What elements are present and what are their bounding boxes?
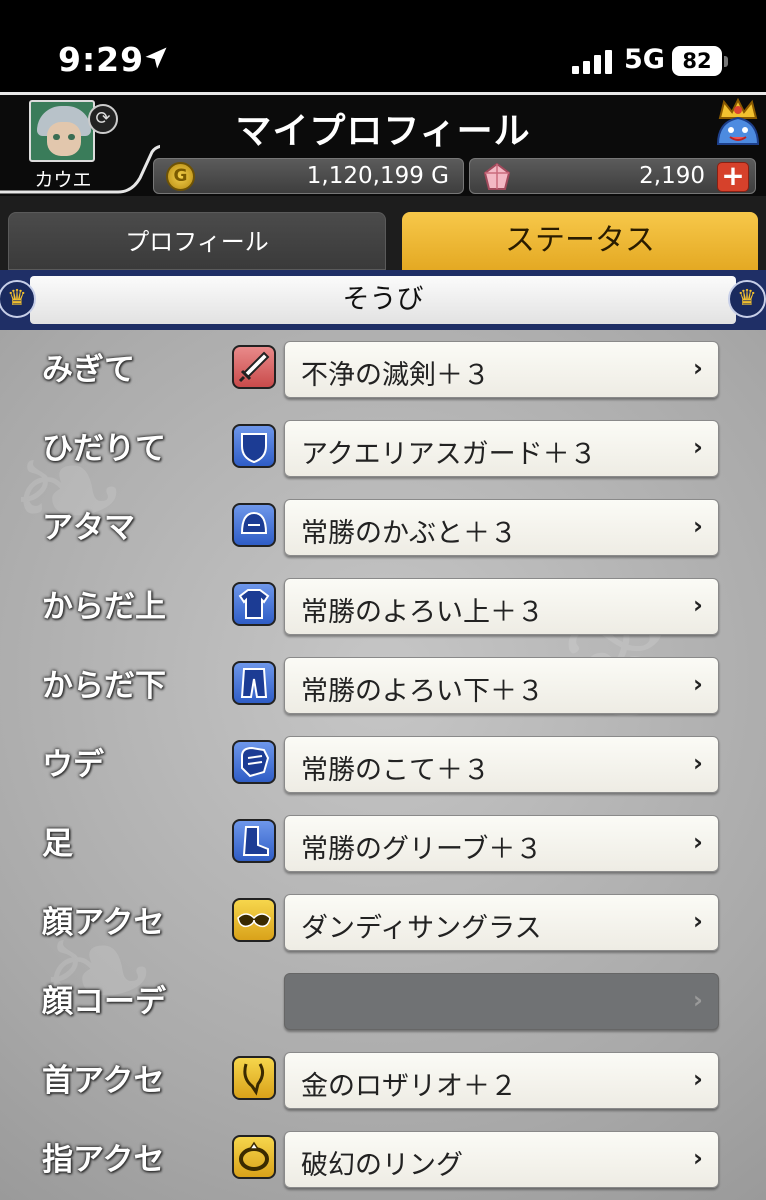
item-name: 不浄の滅剣＋３	[301, 360, 490, 391]
slot-label: ひだりて	[42, 431, 166, 467]
necklace-icon	[232, 1056, 276, 1100]
avatar[interactable]	[29, 100, 95, 162]
section-header: そうび ♛ ♛	[0, 270, 766, 330]
battery-tip	[724, 56, 728, 67]
chevron-right-icon: ›	[693, 591, 703, 619]
equip-row-left-hand[interactable]: ひだりて アクエリアスガード＋３ ›	[0, 409, 766, 488]
helmet-icon	[232, 503, 276, 547]
item-name: 常勝のかぶと＋３	[301, 518, 517, 549]
add-gems-button[interactable]: +	[717, 162, 749, 192]
slot-label: からだ上	[42, 589, 166, 625]
shield-icon	[232, 424, 276, 468]
chevron-right-icon: ›	[693, 433, 703, 461]
chevron-right-icon: ›	[693, 1144, 703, 1172]
equip-item-button[interactable]: 常勝のグリーブ＋３ ›	[284, 815, 719, 872]
equip-row-finger-accessory[interactable]: 指アクセ 破幻のリング ›	[0, 1120, 766, 1199]
section-title: そうび	[342, 284, 424, 315]
boots-icon	[232, 819, 276, 863]
equipment-list[interactable]: ❧ ❦ ❧ みぎて 不浄の滅剣＋３ › ひだりて アクエリアスガード＋３ › ア…	[0, 330, 766, 1200]
gem-value: 2,190	[639, 163, 705, 189]
item-name: 常勝のこて＋３	[301, 755, 490, 786]
equip-item-button[interactable]: 常勝のよろい上＋３ ›	[284, 578, 719, 635]
equip-item-button[interactable]: 常勝のかぶと＋３ ›	[284, 499, 719, 556]
item-name: 常勝のグリーブ＋３	[301, 834, 543, 865]
swap-character-icon[interactable]: ⟳	[88, 104, 118, 134]
equip-row-arms[interactable]: ウデ 常勝のこて＋３ ›	[0, 725, 766, 804]
crown-slime-icon[interactable]	[714, 98, 762, 148]
slot-label: みぎて	[42, 352, 135, 388]
page-title: マイプロフィール	[235, 111, 531, 152]
character-name: カウエ	[34, 169, 92, 191]
gauntlet-icon	[232, 740, 276, 784]
location-arrow-icon	[145, 47, 167, 69]
equip-row-face-accessory[interactable]: 顔アクセ ダンディサングラス ›	[0, 883, 766, 962]
slot-label: 足	[42, 826, 73, 862]
slot-label: 顔アクセ	[42, 905, 165, 941]
gold-coin-icon: G	[166, 162, 195, 191]
item-name: 常勝のよろい下＋３	[301, 676, 544, 707]
slot-label: からだ下	[42, 668, 166, 704]
chevron-right-icon: ›	[693, 512, 703, 540]
gem-counter: 2,190 +	[469, 158, 756, 194]
equip-item-button[interactable]: 常勝のこて＋３ ›	[284, 736, 719, 793]
chevron-right-icon: ›	[693, 354, 703, 382]
equip-row-feet[interactable]: 足 常勝のグリーブ＋３ ›	[0, 804, 766, 883]
item-name: ダンディサングラス	[301, 913, 542, 944]
slot-label: 首アクセ	[42, 1063, 165, 1099]
item-name: 常勝のよろい上＋３	[301, 597, 544, 628]
equip-item-button[interactable]: ダンディサングラス ›	[284, 894, 719, 951]
equip-item-button-empty[interactable]: ›	[284, 973, 719, 1030]
gold-value: 1,120,199 G	[306, 163, 449, 189]
armor-bottom-icon	[232, 661, 276, 705]
sword-icon	[232, 345, 276, 389]
slot-label: ウデ	[42, 747, 104, 783]
item-name: 金のロザリオ＋２	[301, 1071, 517, 1102]
chevron-right-icon: ›	[693, 670, 703, 698]
signal-icon	[572, 50, 612, 74]
chevron-right-icon: ›	[693, 986, 703, 1014]
slot-label: 指アクセ	[42, 1142, 165, 1178]
equip-row-face-coordinate[interactable]: 顔コーデ ›	[0, 962, 766, 1041]
tab-bar: プロフィール ステータス	[0, 196, 766, 272]
slot-label: 顔コーデ	[42, 984, 166, 1020]
crown-icon: ♛	[0, 280, 36, 318]
tab-profile[interactable]: プロフィール	[8, 212, 386, 270]
equip-item-button[interactable]: 破幻のリング ›	[284, 1131, 719, 1188]
face-accessory-icon	[232, 898, 276, 942]
chevron-right-icon: ›	[693, 907, 703, 935]
slot-label: アタマ	[42, 510, 135, 546]
crown-icon: ♛	[728, 280, 766, 318]
equip-row-body-top[interactable]: からだ上 常勝のよろい上＋３ ›	[0, 567, 766, 646]
status-bar: 9:29 5G 82	[0, 0, 766, 92]
equip-row-neck-accessory[interactable]: 首アクセ 金のロザリオ＋２ ›	[0, 1041, 766, 1120]
equip-item-button[interactable]: アクエリアスガード＋３ ›	[284, 420, 719, 477]
chevron-right-icon: ›	[693, 1065, 703, 1093]
armor-top-icon	[232, 582, 276, 626]
equip-item-button[interactable]: 常勝のよろい下＋３ ›	[284, 657, 719, 714]
equip-row-right-hand[interactable]: みぎて 不浄の滅剣＋３ ›	[0, 330, 766, 409]
gem-icon	[483, 163, 511, 190]
network-type: 5G	[624, 44, 665, 75]
profile-header: ⟳ カウエ マイプロフィール G 1,120,199 G 2,190 +	[0, 92, 766, 196]
battery-icon: 82	[672, 46, 722, 76]
item-name: アクエリアスガード＋３	[301, 439, 597, 470]
ring-icon	[232, 1135, 276, 1179]
tab-status[interactable]: ステータス	[402, 212, 758, 270]
equip-item-button[interactable]: 金のロザリオ＋２ ›	[284, 1052, 719, 1109]
chevron-right-icon: ›	[693, 828, 703, 856]
equip-row-head[interactable]: アタマ 常勝のかぶと＋３ ›	[0, 488, 766, 567]
status-time: 9:29	[58, 40, 145, 79]
gold-counter: G 1,120,199 G	[153, 158, 464, 194]
item-name: 破幻のリング	[301, 1150, 463, 1181]
equip-item-button[interactable]: 不浄の滅剣＋３ ›	[284, 341, 719, 398]
header-divider	[0, 92, 766, 95]
equip-row-body-bottom[interactable]: からだ下 常勝のよろい下＋３ ›	[0, 646, 766, 725]
chevron-right-icon: ›	[693, 749, 703, 777]
